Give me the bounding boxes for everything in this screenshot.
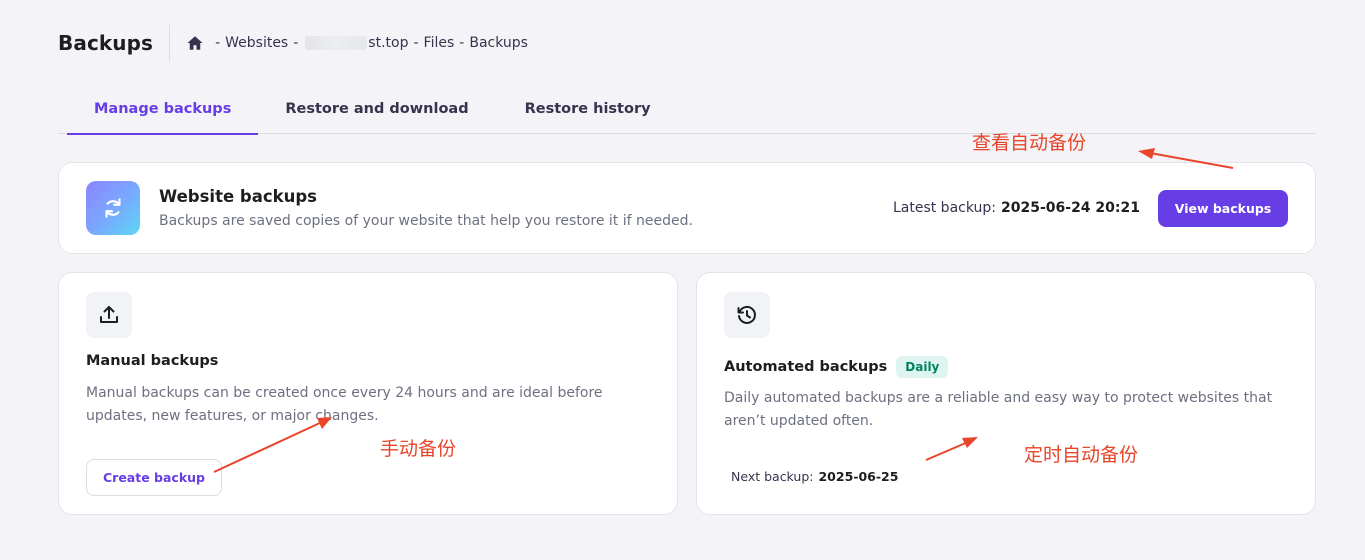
website-backups-description: Backups are saved copies of your website…	[159, 213, 693, 229]
manual-backups-card: Manual backups Manual backups can be cre…	[58, 272, 678, 515]
latest-backup: Latest backup: 2025-06-24 20:21	[893, 200, 1140, 216]
latest-backup-value: 2025-06-24 20:21	[1001, 200, 1140, 216]
tab-restore-history[interactable]: Restore history	[498, 84, 660, 134]
annotation-scheduled: 定时自动备份	[1024, 444, 1139, 466]
breadcrumb-websites[interactable]: Websites	[225, 35, 288, 51]
automated-backups-card: Automated backups Daily Daily automated …	[696, 272, 1316, 515]
manual-backups-title: Manual backups	[86, 353, 219, 369]
breadcrumb-files[interactable]: Files	[424, 35, 455, 51]
breadcrumb-separator: -	[293, 35, 299, 51]
history-icon	[724, 292, 770, 338]
tab-bar: Manage backups Restore and download Rest…	[58, 84, 1316, 135]
breadcrumb-separator: -	[215, 35, 221, 51]
latest-backup-label: Latest backup:	[892, 200, 996, 216]
breadcrumb-separator: -	[459, 35, 465, 51]
page-header: Backups - Websites - st.top - Files - Ba…	[58, 24, 528, 62]
automated-backups-description: Daily automated backups are a reliable a…	[724, 390, 1273, 429]
next-backup: Next backup: 2025-06-25	[731, 469, 898, 484]
next-backup-value: 2025-06-25	[818, 469, 899, 484]
view-backups-button[interactable]: View backups	[1158, 190, 1288, 227]
create-backup-button[interactable]: Create backup	[86, 459, 222, 496]
tab-manage-backups[interactable]: Manage backups	[67, 84, 259, 135]
breadcrumb-separator: -	[413, 35, 419, 51]
page-title: Backups	[58, 31, 154, 55]
upload-icon	[86, 292, 132, 338]
daily-badge: Daily	[896, 356, 949, 378]
annotation-view-auto: 查看自动备份	[972, 132, 1087, 154]
website-backups-title: Website backups	[159, 187, 317, 206]
annotation-manual: 手动备份	[380, 438, 457, 460]
sync-icon	[86, 181, 140, 235]
automated-backups-title: Automated backups Daily	[724, 356, 949, 378]
manual-backups-description: Manual backups can be created once every…	[86, 385, 603, 424]
backups-page: Backups - Websites - st.top - Files - Ba…	[0, 0, 1365, 560]
breadcrumb-current: Backups	[469, 35, 528, 51]
website-backups-card: Website backups Backups are saved copies…	[58, 162, 1316, 254]
arrow-head	[1138, 148, 1155, 159]
automated-backups-title-text: Automated backups	[724, 359, 888, 375]
next-backup-label: Next backup:	[731, 469, 814, 484]
tab-restore-and-download[interactable]: Restore and download	[258, 84, 477, 134]
redacted-domain-prefix	[305, 36, 368, 50]
breadcrumb-domain[interactable]: st.top	[368, 35, 408, 51]
breadcrumb: - Websites - st.top - Files - Backups	[186, 34, 528, 52]
home-icon[interactable]	[186, 34, 204, 52]
header-divider	[169, 25, 171, 61]
